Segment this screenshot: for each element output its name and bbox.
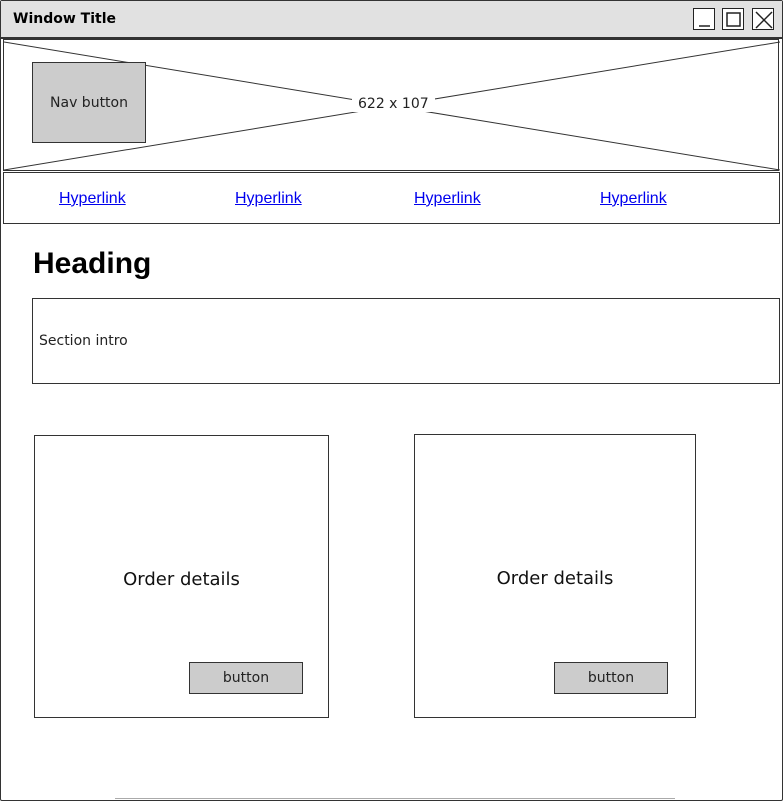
placeholder-size-label: 622 x 107 — [352, 96, 435, 112]
window-title: Window Title — [13, 11, 116, 27]
nav-link-4[interactable]: Hyperlink — [600, 190, 667, 208]
order-card-button[interactable]: button — [554, 662, 668, 694]
bottom-divider — [115, 798, 675, 799]
nav-link-1[interactable]: Hyperlink — [59, 190, 126, 208]
maximize-button[interactable] — [722, 8, 744, 30]
section-intro-box: Section intro — [32, 298, 780, 384]
order-card-1: Order details button — [34, 435, 329, 718]
order-card-title: Order details — [496, 568, 614, 589]
order-card-2: Order details button — [414, 434, 696, 718]
close-button[interactable] — [752, 8, 774, 30]
nav-link-3[interactable]: Hyperlink — [414, 190, 481, 208]
order-card-title: Order details — [123, 569, 240, 590]
nav-bar: Hyperlink Hyperlink Hyperlink Hyperlink — [3, 172, 780, 224]
minimize-button[interactable] — [693, 8, 715, 30]
app-window: Window Title 622 x 107 Nav button Hyperl… — [0, 0, 783, 801]
nav-link-2[interactable]: Hyperlink — [235, 190, 302, 208]
order-card-button[interactable]: button — [189, 662, 303, 694]
title-bar[interactable]: Window Title — [1, 1, 782, 39]
section-intro-text: Section intro — [39, 333, 128, 349]
page-heading: Heading — [33, 247, 152, 280]
nav-button[interactable]: Nav button — [32, 62, 146, 143]
